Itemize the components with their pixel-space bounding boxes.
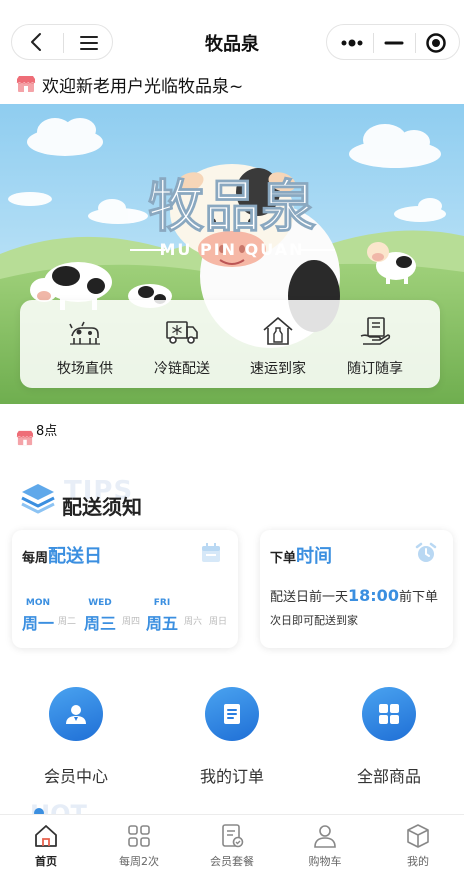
calendar-icon [202, 543, 220, 562]
tab-label: 每周2次 [119, 855, 159, 868]
apps-icon [128, 825, 150, 847]
day-sun: 周日 [208, 617, 227, 627]
day-wed: WED 周三 [83, 598, 116, 633]
mini-program-capsule [326, 24, 460, 60]
order-icon-circle [205, 687, 259, 741]
package-icon [222, 824, 244, 848]
box-icon [407, 824, 429, 848]
tab-label: 我的 [407, 855, 429, 868]
day-tue: 周二 [57, 617, 76, 627]
tab-cart[interactable]: 购物车 [279, 823, 371, 869]
card-title-small: 下单 [270, 551, 297, 566]
weekday-row: MON 周一 周二 WED 周三 周四 FRI 周五 周六 周日 [22, 598, 234, 633]
alarm-clock-icon [415, 542, 437, 562]
feature-label: 冷链配送 [154, 361, 210, 377]
member-center-button[interactable]: 会员中心 [16, 687, 136, 787]
order-time-card: 下单时间 配送日前一天18:00前下单 次日即可配送到家 [260, 530, 453, 648]
home-bottle-icon [263, 317, 293, 345]
feature-label: 速运到家 [250, 361, 306, 377]
quick-action-label: 我的订单 [199, 767, 264, 786]
card-heading: 每周配送日 [22, 542, 102, 568]
quick-action-label: 全部商品 [356, 767, 421, 786]
card-heading: 下单时间 [270, 542, 332, 568]
shop-icon [16, 430, 34, 446]
tab-weekly[interactable]: 每周2次 [93, 823, 185, 869]
hours-text: 8点 [36, 424, 58, 439]
all-products-button[interactable]: 全部商品 [329, 687, 449, 787]
hours-notice: 8点 [16, 420, 57, 446]
welcome-text: 欢迎新老用户光临牧品泉~ [42, 76, 244, 97]
card-title-small: 每周 [22, 551, 49, 566]
banner-logo: 牧品泉 [148, 175, 316, 240]
divider [415, 33, 416, 53]
feature-label: 牧场直供 [57, 361, 113, 377]
grid-icon [379, 704, 399, 724]
tab-label: 首页 [35, 855, 57, 868]
order-deadline: 配送日前一天18:00前下单 [270, 586, 438, 605]
order-icon [224, 704, 240, 724]
close-target-icon[interactable] [425, 32, 447, 54]
grid-icon-circle [362, 687, 416, 741]
feature-order-anytime[interactable]: 随订随享 [330, 314, 420, 378]
tab-label: 会员套餐 [210, 855, 254, 868]
day-thu: 周四 [121, 617, 140, 627]
day-sat: 周六 [183, 617, 202, 627]
svg-text:MU PIN QUAN: MU PIN QUAN [160, 240, 305, 259]
tab-home[interactable]: 首页 [0, 823, 92, 869]
navigation-bar: 牧品泉 [0, 0, 464, 66]
cold-truck-icon [166, 321, 198, 344]
welcome-notice: 欢迎新老用户光临牧品泉~ [16, 72, 244, 97]
divider [373, 33, 374, 53]
member-icon [66, 705, 86, 724]
feature-label: 随订随享 [347, 361, 403, 377]
shop-icon [16, 76, 36, 92]
tab-label: 购物车 [308, 855, 342, 868]
home-icon [35, 825, 57, 847]
section-title-text: 配送须知 [62, 495, 142, 519]
tab-mine[interactable]: 我的 [372, 823, 464, 869]
quick-action-label: 会员中心 [43, 767, 108, 786]
feature-farm-direct[interactable]: 牧场直供 [40, 314, 130, 378]
card-title-big: 时间 [296, 546, 333, 567]
hand-box-icon [360, 317, 391, 345]
cow-icon [69, 321, 100, 345]
layers-icon [21, 484, 55, 514]
order-next-day-note: 次日即可配送到家 [270, 614, 358, 627]
tab-membership-package[interactable]: 会员套餐 [186, 823, 278, 869]
features-card: 牧场直供 冷链配送 速运到家 随订随享 [20, 300, 440, 388]
weekly-delivery-card: 每周配送日 MON 周一 周二 WED 周三 周四 FRI 周五 周六 周日 [12, 530, 238, 648]
feature-cold-chain[interactable]: 冷链配送 [137, 314, 227, 378]
my-orders-button[interactable]: 我的订单 [172, 687, 292, 787]
delivery-section-title: TIPS 配送须知 [20, 474, 320, 522]
feature-fast-delivery[interactable]: 速运到家 [233, 314, 323, 378]
card-title-big: 配送日 [48, 546, 103, 567]
day-fri: FRI 周五 [145, 598, 178, 633]
minimize-icon[interactable] [383, 32, 405, 54]
day-mon: MON 周一 [22, 598, 55, 633]
more-icon[interactable] [339, 32, 365, 54]
member-icon-circle [49, 687, 103, 741]
user-icon [314, 825, 336, 848]
bottom-tab-bar: 首页 每周2次 会员套餐 购物车 我的 [0, 814, 464, 874]
